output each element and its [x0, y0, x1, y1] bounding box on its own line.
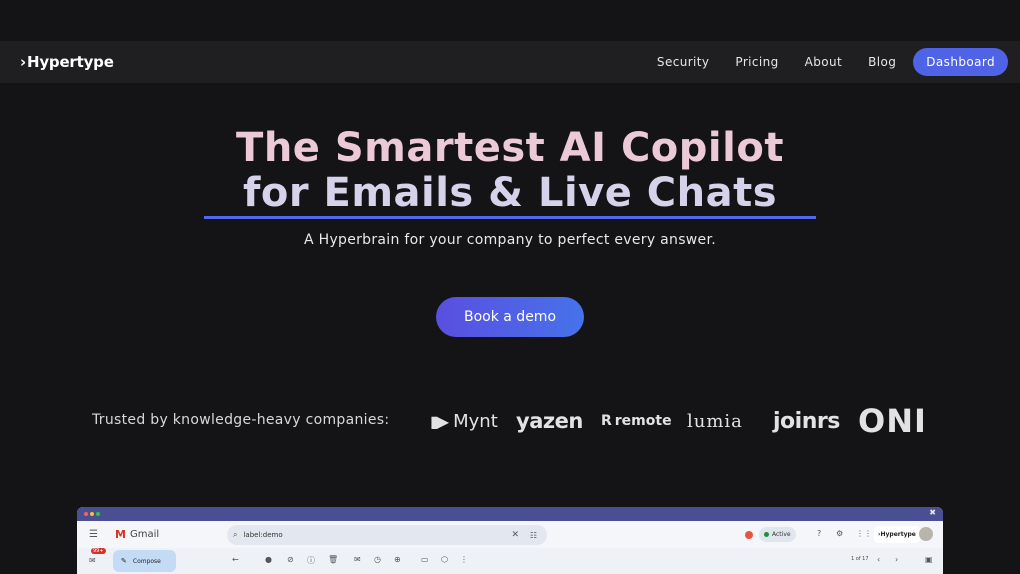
- expand-icon: ✖: [929, 508, 936, 517]
- move-icon: ▭: [421, 555, 429, 564]
- nav-link-pricing[interactable]: Pricing: [735, 55, 778, 69]
- nav-link-security[interactable]: Security: [657, 55, 709, 69]
- oni-logo: ONI: [858, 402, 927, 440]
- window-close-dot: [84, 512, 88, 516]
- hero-title-line2: for Emails & Live Chats: [242, 170, 778, 216]
- snooze-icon: ◷: [374, 555, 381, 564]
- gmail-logo: M Gmail: [115, 528, 159, 541]
- spam-icon: ⊘: [287, 555, 294, 564]
- trusted-label: Trusted by knowledge-heavy companies:: [92, 412, 390, 428]
- mail-icon: ✉: [89, 556, 96, 565]
- remote-logo-text: remote: [614, 413, 672, 429]
- gmail-m-icon: M: [115, 528, 126, 541]
- info-icon: ⓘ: [307, 556, 315, 565]
- label-icon: ⬡: [441, 555, 448, 564]
- mark-unread-icon: ✉: [354, 555, 361, 564]
- delete-icon: 🗑: [328, 555, 339, 564]
- active-status-text: Active: [772, 531, 791, 538]
- search-icon: ⌕: [233, 530, 238, 539]
- hero-underline: [204, 216, 816, 219]
- active-status: Active: [759, 527, 796, 542]
- prev-page-icon: ‹: [877, 555, 881, 564]
- search-query: label:demo: [243, 531, 283, 539]
- gmail-header: ☰ M Gmail ⌕ label:demo ✕ ☷ Active ? ⚙ ⋮⋮…: [77, 521, 943, 548]
- dashboard-button[interactable]: Dashboard: [913, 48, 1008, 76]
- mynt-logo-text: Mynt: [453, 410, 498, 432]
- apps-grid-icon: ⋮⋮: [856, 529, 872, 538]
- mynt-mark-icon: ▮▶: [430, 411, 449, 431]
- window-zoom-dot: [96, 512, 100, 516]
- remote-logo: R remote: [601, 413, 687, 429]
- avatar: [919, 527, 933, 541]
- compose-button: ✎ Compose: [113, 550, 176, 572]
- hero-subtitle: A Hyperbrain for your company to perfect…: [303, 232, 716, 248]
- add-task-icon: ⊕: [394, 555, 401, 564]
- remote-mark-icon: R: [601, 413, 612, 429]
- lumia-logo: lumia: [687, 410, 743, 432]
- joinrs-logo: joinrs: [773, 408, 840, 434]
- nav-link-about[interactable]: About: [805, 55, 842, 69]
- logo-chevron-icon: ›: [20, 53, 26, 71]
- help-icon: ?: [817, 529, 822, 538]
- pager-text: 1 of 17: [851, 556, 869, 562]
- gmail-logo-text: Gmail: [129, 529, 160, 540]
- yazen-logo: yazen: [516, 409, 583, 433]
- unread-badge: 99+: [91, 548, 106, 554]
- window-minimize-dot: [90, 512, 94, 516]
- menu-icon: ☰: [89, 529, 98, 540]
- more-icon: ⋮: [460, 555, 468, 564]
- hypertype-logo[interactable]: › Hypertype: [20, 53, 114, 71]
- window-titlebar: ✖: [77, 507, 943, 521]
- nav-link-blog[interactable]: Blog: [868, 55, 896, 69]
- logo-text: Hypertype: [26, 53, 114, 71]
- nav-links: Security Pricing About Blog Dashboard: [631, 48, 1008, 76]
- back-icon: ←: [232, 555, 239, 564]
- book-demo-button[interactable]: Book a demo: [436, 297, 584, 337]
- mynt-logo: ▮▶ Mynt: [430, 411, 516, 432]
- active-dot-icon: [764, 532, 769, 537]
- pencil-icon: ✎: [121, 557, 127, 565]
- gmail-preview-window: ✖ ☰ M Gmail ⌕ label:demo ✕ ☷ Active ? ⚙ …: [77, 507, 943, 574]
- settings-icon: ⚙: [836, 529, 844, 538]
- status-icon: [745, 531, 753, 539]
- side-panel-icon: ▣: [925, 555, 933, 564]
- hypertype-chip: ›Hypertype: [874, 526, 920, 543]
- clear-icon: ✕: [511, 530, 519, 540]
- compose-label: Compose: [132, 557, 161, 565]
- top-nav: › Hypertype Security Pricing About Blog …: [0, 41, 1020, 83]
- gmail-search-bar: ⌕ label:demo ✕ ☷: [227, 525, 547, 545]
- gmail-toolbar: ✉ 99+ ✎ Compose ← ● ⊘ ⓘ 🗑 ✉ ◷ ⊕ ▭ ⬡ ⋮ 1 …: [77, 548, 943, 574]
- brand-logos: ▮▶ Mynt yazen R remote lumia joinrs ONI: [430, 402, 927, 440]
- hero-title-line1: The Smartest AI Copilot: [236, 125, 784, 171]
- filter-icon: ☷: [529, 530, 537, 540]
- next-page-icon: ›: [895, 555, 899, 564]
- hypertype-action-icon: ●: [265, 555, 272, 564]
- hero-title: The Smartest AI Copilot for Emails & Liv…: [0, 126, 1020, 216]
